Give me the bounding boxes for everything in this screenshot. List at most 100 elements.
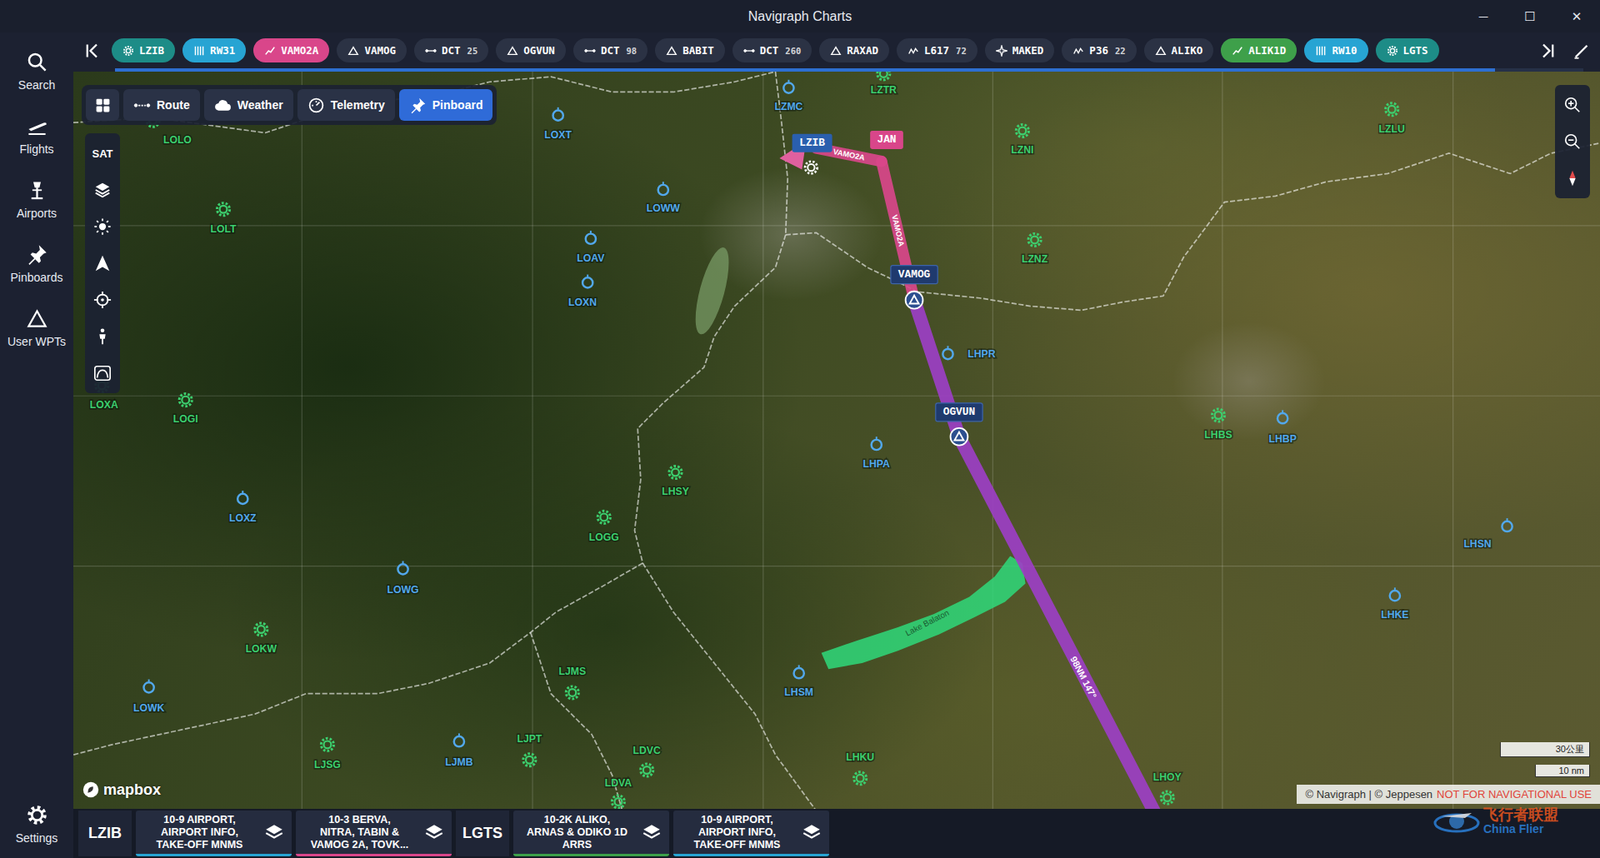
airport-marker[interactable]: LZMC [774, 80, 803, 113]
airport-marker[interactable]: LOWW [646, 181, 681, 215]
airport-marker[interactable]: LZNZ [1021, 233, 1049, 265]
airport-marker[interactable]: LOWK [133, 680, 165, 715]
sidebar: Search FlightsAirports Pinboards User WPTs S… [0, 32, 74, 858]
layers-icon[interactable] [423, 821, 445, 844]
airport-marker[interactable]: LOXT [544, 107, 572, 141]
zoom-in-button[interactable] [1555, 86, 1590, 124]
route-point[interactable]: VAMOG [890, 265, 938, 310]
route-segment[interactable]: 98NM 147° [914, 300, 1160, 810]
airport-marker[interactable]: LOKW [245, 623, 278, 655]
route-chip[interactable]: P3622 [1061, 38, 1136, 63]
route-chip[interactable]: MAKED [985, 38, 1055, 63]
sidebar-item[interactable]: Airports [0, 170, 74, 229]
traffic-button[interactable] [85, 318, 120, 355]
map-pinboard-button[interactable]: Pinboard [399, 89, 494, 121]
chart-tab[interactable]: 10-2K ALIKO,ARNAS & ODIKO 1DARRS [513, 810, 670, 857]
layout-button[interactable] [85, 89, 120, 121]
route-chip[interactable]: DCT260 [732, 38, 813, 63]
airport-marker[interactable]: LOWG [387, 561, 420, 596]
route-point[interactable]: LZIB [779, 134, 832, 175]
sidebar-item[interactable]: Pinboards [0, 235, 74, 293]
sidebar-item[interactable]: Search [0, 42, 74, 100]
satellite-toggle[interactable]: SAT [85, 135, 120, 172]
chart-airport-label[interactable]: LZIB [78, 810, 132, 857]
route-point[interactable]: OGVUN [935, 403, 983, 446]
chart-tab[interactable]: 10-9 AIRPORT,AIRPORT INFO,TAKE-OFF MNMS [135, 810, 292, 857]
airport-marker[interactable]: LZLU [1379, 103, 1405, 135]
layers-icon[interactable] [263, 821, 285, 844]
route-chip[interactable]: RW31 [182, 38, 246, 63]
route-chip[interactable]: DCT98 [573, 38, 648, 63]
airport-marker[interactable]: LHPR [942, 345, 995, 360]
map[interactable]: Lake BalatonVAMO2AVAMO2A98NM 147°LOLOLZT… [73, 71, 1600, 810]
settings-button[interactable]: Settings [0, 795, 74, 854]
close-button[interactable]: ✕ [1553, 0, 1600, 33]
airport-marker[interactable]: LDVA [605, 777, 633, 809]
layers-icon[interactable] [640, 821, 663, 844]
route-point[interactable]: JAN [870, 130, 904, 150]
airport-marker[interactable]: LJPT [516, 733, 542, 767]
route-chip[interactable]: RW10 [1304, 38, 1368, 63]
airport-marker[interactable]: LOGI [173, 394, 199, 426]
sidebar-item[interactable]: Flights [0, 106, 74, 165]
collapse-route-button[interactable] [78, 38, 107, 64]
airport-marker[interactable]: LOLT [210, 203, 237, 235]
airport-marker[interactable]: LHOY [1153, 771, 1182, 805]
route-chip[interactable]: RAXAD [819, 38, 890, 63]
route-chip[interactable]: LGTS [1375, 38, 1440, 63]
window-title: Navigraph Charts [748, 9, 853, 25]
zoom-out-button[interactable] [1555, 123, 1590, 160]
route-chip[interactable]: L61772 [896, 38, 978, 63]
route-chip[interactable]: BABIT [655, 38, 725, 63]
airport-marker[interactable]: LHSN [1463, 518, 1512, 550]
chart-tab[interactable]: 10-9 AIRPORT,AIRPORT INFO,TAKE-OFF MNMS [673, 810, 830, 857]
airport-marker[interactable]: LOXZ [229, 490, 257, 525]
airport-marker[interactable]: LHPA [863, 436, 891, 470]
layers-button[interactable] [85, 171, 120, 209]
airport-marker[interactable]: LZNI [1010, 124, 1034, 156]
airport-marker[interactable]: LOXN [568, 275, 597, 309]
map-canvas[interactable]: Lake BalatonVAMO2AVAMO2A98NM 147°LOLOLZT… [73, 71, 1600, 810]
airport-marker[interactable]: LHSY [661, 465, 690, 498]
center-button[interactable] [85, 281, 120, 319]
route-chip[interactable]: OGVUN [495, 38, 566, 63]
map-weather-button[interactable]: Weather [204, 89, 294, 121]
route-chip[interactable]: LZIB [111, 38, 175, 63]
airport-marker[interactable]: LZTR [870, 71, 897, 96]
route-chip[interactable]: VAMO2A [253, 38, 330, 63]
airport-marker[interactable]: LHKE [1380, 587, 1409, 621]
route-chip[interactable]: ALIKO [1144, 38, 1215, 63]
airport-marker[interactable]: LHBP [1268, 410, 1296, 445]
map-route-button[interactable]: Route [123, 89, 200, 121]
sidebar-item[interactable]: User WPTs [0, 299, 74, 357]
svg-text:LZLU: LZLU [1379, 123, 1405, 135]
minimize-button[interactable]: ─ [1460, 0, 1507, 33]
airport-marker[interactable]: LJSG [314, 738, 341, 771]
svg-text:LHOY: LHOY [1153, 771, 1182, 784]
brightness-button[interactable] [85, 208, 120, 245]
airport-marker[interactable]: LHSM [784, 665, 814, 699]
heading-up-button[interactable] [85, 245, 120, 282]
edit-route-button[interactable] [1566, 38, 1595, 64]
airport-marker[interactable]: LJMB [445, 733, 473, 768]
expand-route-button[interactable] [1533, 38, 1562, 64]
svg-text:LOXT: LOXT [544, 129, 572, 141]
airport-marker[interactable]: LDVC [633, 745, 661, 777]
airport-marker[interactable]: LJMS [559, 665, 587, 700]
airport-marker[interactable]: LOAV [576, 230, 605, 265]
route-chip[interactable]: DCT25 [414, 38, 489, 63]
profile-button[interactable] [85, 355, 120, 392]
route-chip[interactable]: ALIK1D [1220, 38, 1297, 63]
chart-airport-label[interactable]: LGTS [455, 810, 510, 857]
maximize-button[interactable]: ☐ [1506, 0, 1554, 33]
airport-marker[interactable]: LOGG [589, 510, 620, 544]
airport-marker[interactable]: LHKU [845, 751, 875, 785]
chart-tab[interactable]: 10-3 BERVA,NITRA, TABIN &VAMOG 2A, TOVK.… [295, 810, 452, 857]
airport-marker[interactable]: LHBS [1204, 409, 1232, 441]
layers-icon[interactable] [800, 821, 823, 844]
compass-button[interactable] [1555, 160, 1590, 197]
route-chip[interactable]: VAMOG [336, 38, 407, 63]
map-telemetry-button[interactable]: Telemetry [297, 89, 395, 121]
pin-icon [409, 96, 427, 115]
svg-text:LOKW: LOKW [245, 643, 278, 655]
